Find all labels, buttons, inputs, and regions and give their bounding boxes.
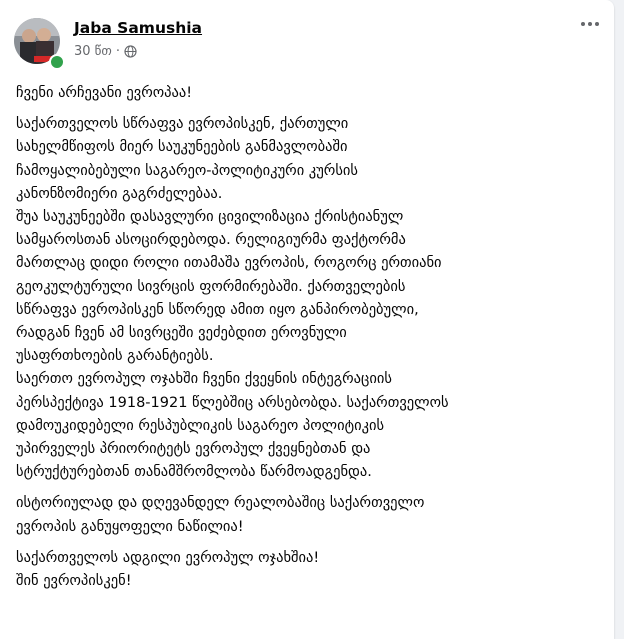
post-body: ჩვენი არჩევანი ევროპაა! საქართველოს სწრა… <box>16 82 606 601</box>
post-header: Jaba Samushia 30 წთ · <box>14 16 600 72</box>
post-time[interactable]: 30 წთ <box>74 44 112 59</box>
more-options-icon[interactable] <box>574 8 606 40</box>
post-paragraph-2: საქართველოს სწრაფვა ევროპისკენ, ქართული … <box>16 116 449 481</box>
post-paragraph-1: ჩვენი არჩევანი ევროპაა! <box>16 85 193 101</box>
post-paragraph-3: ისტორიულად და დღევანდელ რეალობაშიც საქარ… <box>16 495 425 535</box>
globe-icon <box>124 45 137 58</box>
post-paragraph-4: საქართველოს ადგილი ევროპულ ოჯახშია! შინ … <box>16 549 320 590</box>
facebook-post-card: Jaba Samushia 30 წთ · ჩვენი არჩევანი ევრ… <box>0 0 614 639</box>
meta-separator: · <box>115 44 120 59</box>
online-status-icon <box>49 54 65 70</box>
post-meta: 30 წთ · <box>74 44 137 59</box>
author-name[interactable]: Jaba Samushia <box>74 19 202 37</box>
